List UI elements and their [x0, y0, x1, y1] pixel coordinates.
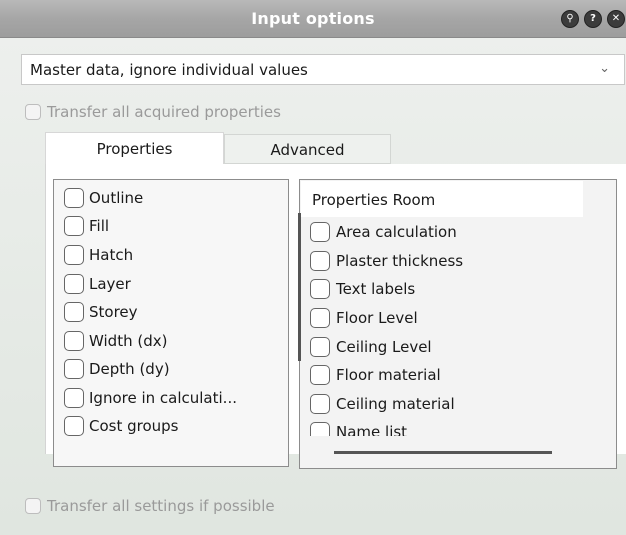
list-item-label: Floor Level: [336, 309, 418, 327]
transfer-all-settings-row[interactable]: Transfer all settings if possible: [25, 497, 275, 515]
depth-dy-checkbox[interactable]: [64, 359, 84, 379]
transfer-all-acquired-row[interactable]: Transfer all acquired properties: [25, 103, 281, 121]
tab-advanced[interactable]: Advanced: [224, 134, 391, 164]
list-item-label: Cost groups: [89, 417, 179, 435]
transfer-all-acquired-checkbox[interactable]: [25, 104, 41, 120]
list-item[interactable]: Floor material: [310, 365, 441, 385]
storey-checkbox[interactable]: [64, 302, 84, 322]
list-item[interactable]: Storey: [64, 302, 138, 322]
list-item[interactable]: Layer: [64, 274, 131, 294]
list-item[interactable]: Hatch: [64, 245, 133, 265]
text-labels-checkbox[interactable]: [310, 279, 330, 299]
transfer-all-acquired-label: Transfer all acquired properties: [47, 103, 281, 121]
vertical-scrollbar[interactable]: [298, 213, 301, 361]
transfer-all-settings-checkbox[interactable]: [25, 498, 41, 514]
list-item-label: Ceiling material: [336, 395, 455, 413]
room-properties-header: Properties Room: [301, 181, 583, 217]
list-item-label: Outline: [89, 189, 144, 207]
list-item-label: Storey: [89, 303, 138, 321]
general-properties-list: Outline Fill Hatch Layer Storey Width (d…: [53, 179, 289, 467]
list-item-label: Fill: [89, 217, 110, 235]
input-mode-dropdown[interactable]: Master data, ignore individual values ⌄: [21, 54, 625, 85]
list-item-label: Width (dx): [89, 332, 168, 350]
list-item[interactable]: Floor Level: [310, 308, 418, 328]
list-item-label: Area calculation: [336, 223, 457, 241]
area-calculation-checkbox[interactable]: [310, 222, 330, 242]
layer-checkbox[interactable]: [64, 274, 84, 294]
title-bar: Input options ⚲ ? ✕: [0, 0, 626, 38]
list-item[interactable]: Ceiling Level: [310, 337, 432, 357]
list-item[interactable]: Area calculation: [310, 222, 457, 242]
horizontal-scrollbar[interactable]: [334, 451, 552, 454]
list-item-label: Hatch: [89, 246, 134, 264]
room-properties-list: Properties Room Area calculation Plaster…: [299, 179, 617, 469]
list-item[interactable]: Plaster thickness: [310, 251, 463, 271]
ceiling-level-checkbox[interactable]: [310, 337, 330, 357]
list-item[interactable]: Fill: [64, 216, 109, 236]
transfer-all-settings-label: Transfer all settings if possible: [47, 497, 275, 515]
fill-checkbox[interactable]: [64, 216, 84, 236]
cost-groups-checkbox[interactable]: [64, 416, 84, 436]
list-item-label: Text labels: [336, 280, 416, 298]
hatch-checkbox[interactable]: [64, 245, 84, 265]
plaster-thickness-checkbox[interactable]: [310, 251, 330, 271]
ceiling-material-checkbox[interactable]: [310, 394, 330, 414]
list-item-label: Layer: [89, 275, 131, 293]
window-title: Input options: [251, 9, 375, 28]
list-item-label: Ceiling Level: [336, 338, 432, 356]
name-list-checkbox[interactable]: [310, 422, 330, 436]
close-icon[interactable]: ✕: [607, 10, 625, 28]
list-item[interactable]: Width (dx): [64, 331, 167, 351]
floor-material-checkbox[interactable]: [310, 365, 330, 385]
list-item-label: Plaster thickness: [336, 252, 464, 270]
list-item[interactable]: Ignore in calculati...: [64, 388, 237, 408]
tab-properties[interactable]: Properties: [45, 132, 224, 164]
list-item[interactable]: Name list: [310, 422, 407, 436]
chevron-down-icon: ⌄: [599, 61, 610, 76]
list-item-label: Floor material: [336, 366, 441, 384]
width-dx-checkbox[interactable]: [64, 331, 84, 351]
list-item-label: Ignore in calculati...: [89, 389, 237, 407]
list-item[interactable]: Ceiling material: [310, 394, 455, 414]
list-item[interactable]: Cost groups: [64, 416, 179, 436]
list-item[interactable]: Text labels: [310, 279, 415, 299]
list-item[interactable]: Depth (dy): [64, 359, 170, 379]
input-mode-value: Master data, ignore individual values: [30, 61, 308, 79]
list-item-label: Name list: [336, 423, 408, 436]
ignore-in-calculation-checkbox[interactable]: [64, 388, 84, 408]
list-item[interactable]: Outline: [64, 188, 143, 208]
help-icon[interactable]: ?: [584, 10, 602, 28]
pin-icon[interactable]: ⚲: [561, 10, 579, 28]
outline-checkbox[interactable]: [64, 188, 84, 208]
floor-level-checkbox[interactable]: [310, 308, 330, 328]
list-item-label: Depth (dy): [89, 360, 170, 378]
